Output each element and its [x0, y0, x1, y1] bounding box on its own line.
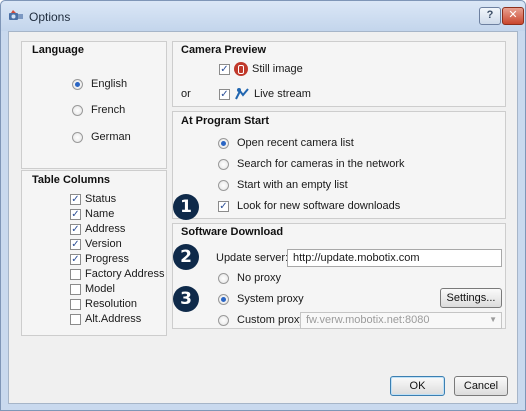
french-radio[interactable] — [72, 104, 83, 116]
look-for-downloads-label: Look for new software downloads — [237, 200, 401, 212]
status-label: Status — [85, 193, 117, 205]
column-version[interactable]: ✓ Version — [70, 237, 122, 251]
proxy-option-system[interactable]: System proxy — [218, 292, 304, 306]
column-name[interactable]: ✓ Name — [70, 207, 114, 221]
app-icon — [9, 10, 23, 20]
live-stream-icon — [235, 88, 249, 100]
resolution-checkbox[interactable] — [70, 298, 81, 310]
column-model[interactable]: Model — [70, 282, 115, 296]
resolution-label: Resolution — [85, 298, 137, 310]
live-stream-option[interactable]: ✓ Live stream — [219, 87, 311, 101]
name-label: Name — [85, 208, 115, 220]
name-checkbox[interactable]: ✓ — [70, 208, 81, 220]
german-label: German — [91, 131, 131, 143]
status-checkbox[interactable]: ✓ — [70, 193, 81, 205]
at-program-start-heading: At Program Start — [181, 115, 270, 127]
search-network-label: Search for cameras in the network — [237, 158, 405, 170]
alt-address-label: Alt.Address — [85, 313, 142, 325]
title-bar: Options ? ✕ — [1, 1, 525, 31]
camera-preview-heading: Camera Preview — [181, 44, 266, 56]
custom-proxy-combo[interactable]: fw.verw.mobotix.net:8080 ▼ — [300, 312, 502, 329]
english-radio[interactable] — [72, 78, 83, 90]
language-heading: Language — [32, 44, 84, 56]
empty-list-radio[interactable] — [218, 179, 229, 191]
german-radio[interactable] — [72, 131, 83, 143]
close-button[interactable]: ✕ — [502, 7, 524, 25]
help-button[interactable]: ? — [479, 7, 501, 25]
system-proxy-radio[interactable] — [218, 293, 229, 305]
progress-checkbox[interactable]: ✓ — [70, 253, 81, 265]
address-checkbox[interactable]: ✓ — [70, 223, 81, 235]
camera-preview-panel: Camera Preview ✓ Still image or ✓ Live s… — [172, 41, 506, 107]
custom-proxy-label: Custom proxy — [237, 314, 305, 326]
look-for-downloads-option[interactable]: ✓ Look for new software downloads — [218, 199, 400, 213]
live-stream-label: Live stream — [254, 88, 311, 100]
factory-address-checkbox[interactable] — [70, 268, 81, 280]
alt-address-checkbox[interactable] — [70, 313, 81, 325]
at-program-start-panel: At Program Start Open recent camera list… — [172, 111, 506, 219]
still-image-checkbox[interactable]: ✓ — [219, 63, 230, 75]
ok-button[interactable]: OK — [390, 376, 445, 396]
model-label: Model — [85, 283, 115, 295]
recent-list-label: Open recent camera list — [237, 137, 354, 149]
settings-button[interactable]: Settings... — [440, 288, 502, 308]
column-resolution[interactable]: Resolution — [70, 297, 137, 311]
column-progress[interactable]: ✓ Progress — [70, 252, 129, 266]
column-status[interactable]: ✓ Status — [70, 192, 116, 206]
language-option-german[interactable]: German — [72, 130, 131, 144]
update-server-label: Update server: — [216, 252, 289, 264]
look-for-downloads-checkbox[interactable]: ✓ — [218, 200, 229, 212]
options-dialog: Options ? ✕ Language English French Germ… — [0, 0, 526, 411]
version-checkbox[interactable]: ✓ — [70, 238, 81, 250]
still-image-label: Still image — [252, 63, 303, 75]
callout-1: 1 — [173, 194, 199, 220]
proxy-option-none[interactable]: No proxy — [218, 271, 281, 285]
still-image-option[interactable]: ✓ Still image — [219, 62, 303, 76]
proxy-option-custom[interactable]: Custom proxy — [218, 313, 305, 327]
software-download-panel: Software Download Update server: http://… — [172, 223, 506, 329]
custom-proxy-radio[interactable] — [218, 314, 229, 326]
dialog-body: Language English French German Table Col… — [8, 31, 518, 404]
table-columns-heading: Table Columns — [32, 174, 111, 186]
table-columns-panel: Table Columns ✓ Status ✓ Name ✓ Address … — [21, 170, 167, 336]
callout-2: 2 — [173, 244, 199, 270]
cancel-button[interactable]: Cancel — [454, 376, 508, 396]
progress-label: Progress — [85, 253, 130, 265]
search-network-radio[interactable] — [218, 158, 229, 170]
live-stream-checkbox[interactable]: ✓ — [219, 88, 230, 100]
factory-address-label: Factory Address — [85, 268, 165, 280]
update-server-input[interactable]: http://update.mobotix.com — [287, 249, 502, 267]
empty-list-label: Start with an empty list — [237, 179, 348, 191]
start-option-empty[interactable]: Start with an empty list — [218, 178, 348, 192]
software-download-heading: Software Download — [181, 226, 284, 238]
address-label: Address — [85, 223, 126, 235]
still-image-icon — [234, 62, 248, 76]
recent-list-radio[interactable] — [218, 137, 229, 149]
version-label: Version — [85, 238, 122, 250]
column-address[interactable]: ✓ Address — [70, 222, 125, 236]
column-factory-address[interactable]: Factory Address — [70, 267, 164, 281]
column-alt-address[interactable]: Alt.Address — [70, 312, 141, 326]
no-proxy-radio[interactable] — [218, 272, 229, 284]
window-title: Options — [29, 10, 71, 24]
french-label: French — [91, 104, 126, 116]
chevron-down-icon: ▼ — [489, 315, 497, 324]
language-panel: Language English French German — [21, 41, 167, 169]
model-checkbox[interactable] — [70, 283, 81, 295]
language-option-french[interactable]: French — [72, 103, 125, 117]
or-label: or — [181, 88, 191, 100]
language-option-english[interactable]: English — [72, 77, 127, 91]
start-option-search[interactable]: Search for cameras in the network — [218, 157, 405, 171]
callout-3: 3 — [173, 286, 199, 312]
english-label: English — [91, 78, 128, 90]
start-option-recent[interactable]: Open recent camera list — [218, 136, 354, 150]
no-proxy-label: No proxy — [237, 272, 282, 284]
system-proxy-label: System proxy — [237, 293, 304, 305]
custom-proxy-value: fw.verw.mobotix.net:8080 — [306, 314, 430, 326]
